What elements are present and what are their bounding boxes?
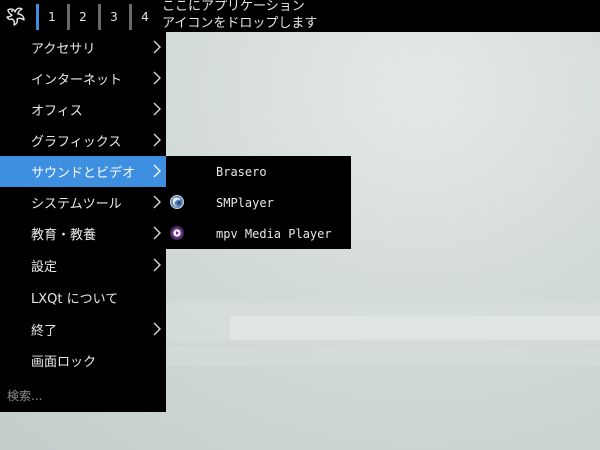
menu-item-label: インターネット [31, 73, 123, 88]
menu-item-label: 設定 [31, 260, 58, 275]
submenu-item-label: mpv Media Player [216, 226, 332, 241]
mpv-icon [170, 226, 184, 240]
chevron-right-icon [153, 258, 161, 272]
chevron-right-icon [153, 164, 161, 178]
wallpaper-band [230, 316, 600, 340]
menu-item-office[interactable]: オフィス [0, 94, 166, 125]
menu-item-graphics[interactable]: グラフィックス [0, 125, 166, 156]
chevron-right-icon [153, 40, 161, 54]
menu-item-label: 終了 [31, 324, 58, 339]
chevron-right-icon [153, 102, 161, 116]
quicklaunch-dropzone[interactable]: ここにアプリケーション アイコンをドロップします [162, 0, 317, 32]
menu-item-settings[interactable]: 設定 [0, 250, 166, 281]
menu-item-label: LXQt について [31, 292, 119, 307]
menu-item-sound-video[interactable]: サウンドとビデオ [0, 156, 166, 187]
menu-item-accessories[interactable]: アクセサリ [0, 32, 166, 63]
smplayer-icon [170, 195, 184, 209]
desktop-switch-2[interactable]: 2 [67, 4, 96, 30]
menu-item-system-tools[interactable]: システムツール [0, 187, 166, 218]
chevron-right-icon [153, 133, 161, 147]
desktop-switch-1[interactable]: 1 [36, 4, 65, 30]
menu-item-about-lxqt[interactable]: LXQt について [0, 282, 166, 313]
submenu-sound-video: Brasero SMPlayer mpv Media Player [166, 156, 351, 249]
menu-item-education[interactable]: 教育・教養 [0, 218, 166, 249]
menu-item-lock-screen[interactable]: 画面ロック [0, 345, 166, 376]
submenu-item-brasero[interactable]: Brasero [166, 156, 351, 187]
menu-item-label: グラフィックス [31, 135, 122, 150]
menu-item-label: アクセサリ [31, 42, 96, 57]
submenu-item-label: SMPlayer [216, 195, 274, 210]
menu-item-leave[interactable]: 終了 [0, 314, 166, 345]
chevron-right-icon [153, 71, 161, 85]
chevron-right-icon [153, 195, 161, 209]
dropzone-text-line2: アイコンをドロップします [162, 16, 318, 31]
menu-item-label: オフィス [31, 104, 83, 119]
chevron-right-icon [153, 322, 161, 336]
menu-item-internet[interactable]: インターネット [0, 63, 166, 94]
menu-item-label: 教育・教養 [31, 228, 97, 243]
chevron-right-icon [153, 226, 161, 240]
menu-item-label: 画面ロック [31, 355, 97, 370]
desktop-switch-4[interactable]: 4 [129, 4, 158, 30]
menu-item-label: システムツール [31, 197, 122, 212]
menu-item-label: サウンドとビデオ [31, 166, 136, 181]
application-menu: アクセサリ インターネット オフィス グラフィックス サウンドとビデオ システム… [0, 32, 166, 412]
wallpaper-band-lower [165, 346, 600, 366]
dropzone-text-line1: ここにアプリケーション [162, 0, 305, 14]
lxqt-logo-icon [6, 7, 25, 26]
submenu-item-label: Brasero [216, 164, 267, 179]
desktop-switch-3[interactable]: 3 [98, 4, 127, 30]
top-panel: 1 2 3 4 ここにアプリケーション アイコンをドロップします [0, 0, 600, 32]
submenu-item-mpv[interactable]: mpv Media Player [166, 218, 351, 249]
application-menu-button[interactable] [0, 0, 32, 32]
submenu-item-smplayer[interactable]: SMPlayer [166, 187, 351, 218]
menu-search-input[interactable]: 検索... [7, 387, 42, 404]
